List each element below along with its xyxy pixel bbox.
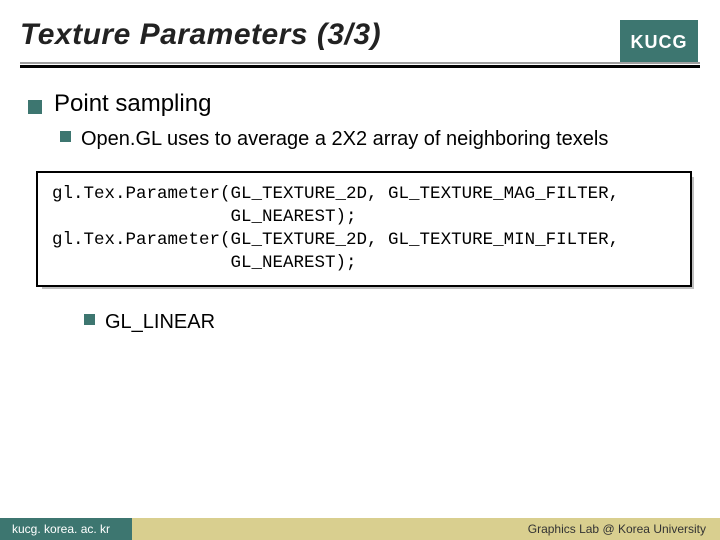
logo-badge: KUCG xyxy=(620,20,698,64)
slide-footer: kucg. korea. ac. kr Graphics Lab @ Korea… xyxy=(0,518,720,540)
bullet-square-icon xyxy=(60,131,71,142)
bullet-level1: Point sampling xyxy=(28,90,700,118)
divider-line-dark xyxy=(20,65,700,68)
footer-right-text: Graphics Lab @ Korea University xyxy=(528,518,706,540)
bullet-level2-text: Open.GL uses to average a 2X2 array of n… xyxy=(81,126,608,153)
slide-title: Texture Parameters (3/3) xyxy=(20,18,700,52)
bullet-square-icon xyxy=(28,100,42,114)
bullet-level1-text: Point sampling xyxy=(54,90,211,118)
slide-header: Texture Parameters (3/3) KUCG xyxy=(0,0,720,62)
footer-left-box: kucg. korea. ac. kr xyxy=(0,518,132,540)
bullet-square-icon xyxy=(84,314,95,325)
divider-line-light xyxy=(20,62,700,64)
bullet-level2-text: GL_LINEAR xyxy=(105,309,215,336)
bullet-level2: Open.GL uses to average a 2X2 array of n… xyxy=(60,126,700,153)
footer-url: kucg. korea. ac. kr xyxy=(12,522,110,536)
code-block: gl.Tex.Parameter(GL_TEXTURE_2D, GL_TEXTU… xyxy=(36,171,692,287)
slide-content: Point sampling Open.GL uses to average a… xyxy=(0,62,720,336)
bullet-level2: GL_LINEAR xyxy=(84,309,700,336)
code-text: gl.Tex.Parameter(GL_TEXTURE_2D, GL_TEXTU… xyxy=(36,171,692,287)
